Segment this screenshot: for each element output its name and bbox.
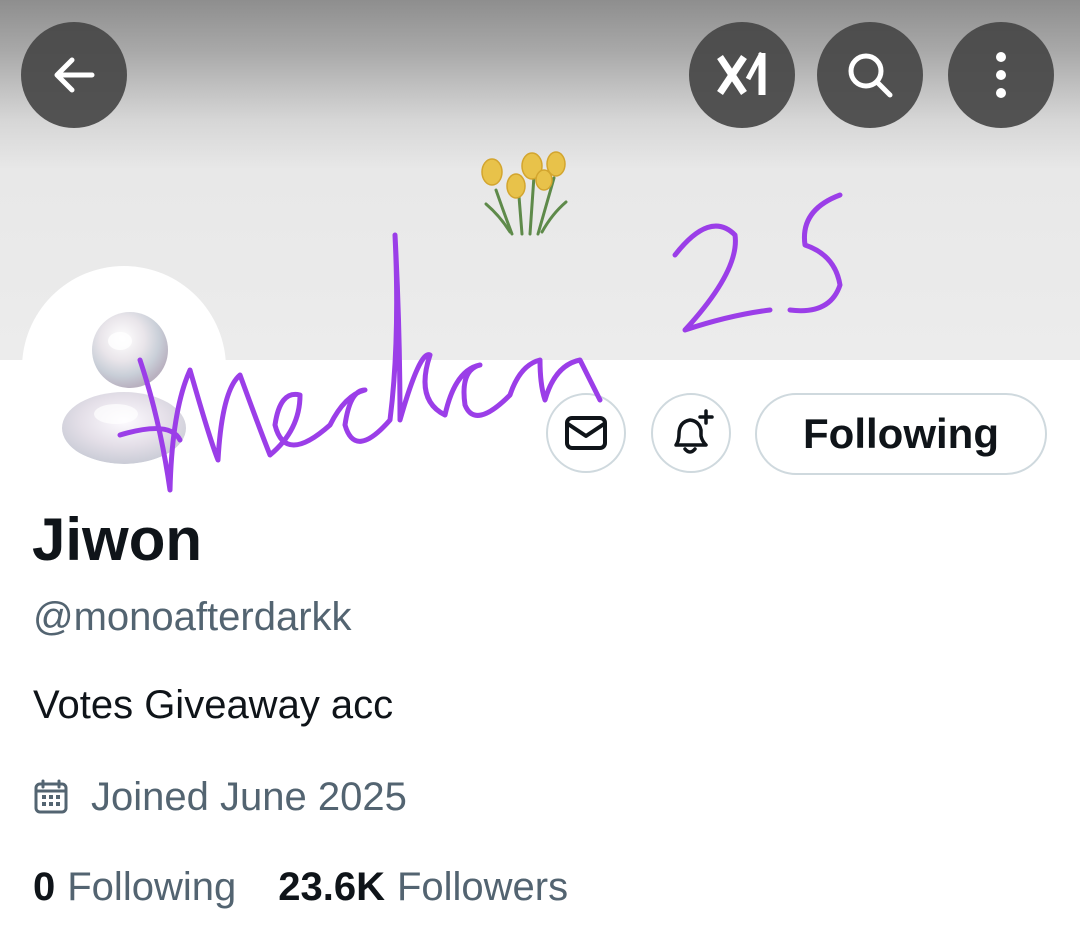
more-button[interactable] <box>948 22 1054 128</box>
joined-text: Joined June 2025 <box>91 775 407 819</box>
avatar-frame[interactable] <box>22 266 226 470</box>
pearl-image <box>62 312 186 464</box>
avatar <box>28 272 220 464</box>
arrow-left-icon <box>54 57 95 93</box>
profile-page: Following Jiwon @monoafterdarkk Votes Gi… <box>0 0 1080 941</box>
more-vertical-icon <box>996 52 1006 98</box>
calendar-icon <box>33 779 69 815</box>
following-count-link[interactable]: 0 Following <box>33 862 236 912</box>
tulip-illustration <box>481 151 568 236</box>
followers-count-link[interactable]: 23.6K Followers <box>278 862 568 912</box>
following-button[interactable]: Following <box>755 393 1047 475</box>
display-name: Jiwon <box>32 506 203 573</box>
envelope-icon <box>565 416 607 450</box>
bell-plus-icon <box>674 409 714 454</box>
followers-count: 23.6K <box>278 865 385 909</box>
search-icon <box>848 53 893 98</box>
followers-label: Followers <box>396 865 569 909</box>
back-button[interactable] <box>21 22 127 128</box>
following-count: 0 <box>33 865 56 909</box>
grok-button[interactable] <box>689 22 795 128</box>
search-button[interactable] <box>817 22 923 128</box>
grok-icon <box>717 51 766 95</box>
message-button[interactable] <box>546 393 626 473</box>
user-handle: @monoafterdarkk <box>33 595 352 639</box>
following-label: Following <box>67 865 237 909</box>
profile-bio: Votes Giveaway acc <box>33 683 394 727</box>
notifications-button[interactable] <box>651 393 731 473</box>
follow-stats: 0 Following 23.6K Followers <box>33 862 568 912</box>
joined-date: Joined June 2025 <box>33 772 407 822</box>
